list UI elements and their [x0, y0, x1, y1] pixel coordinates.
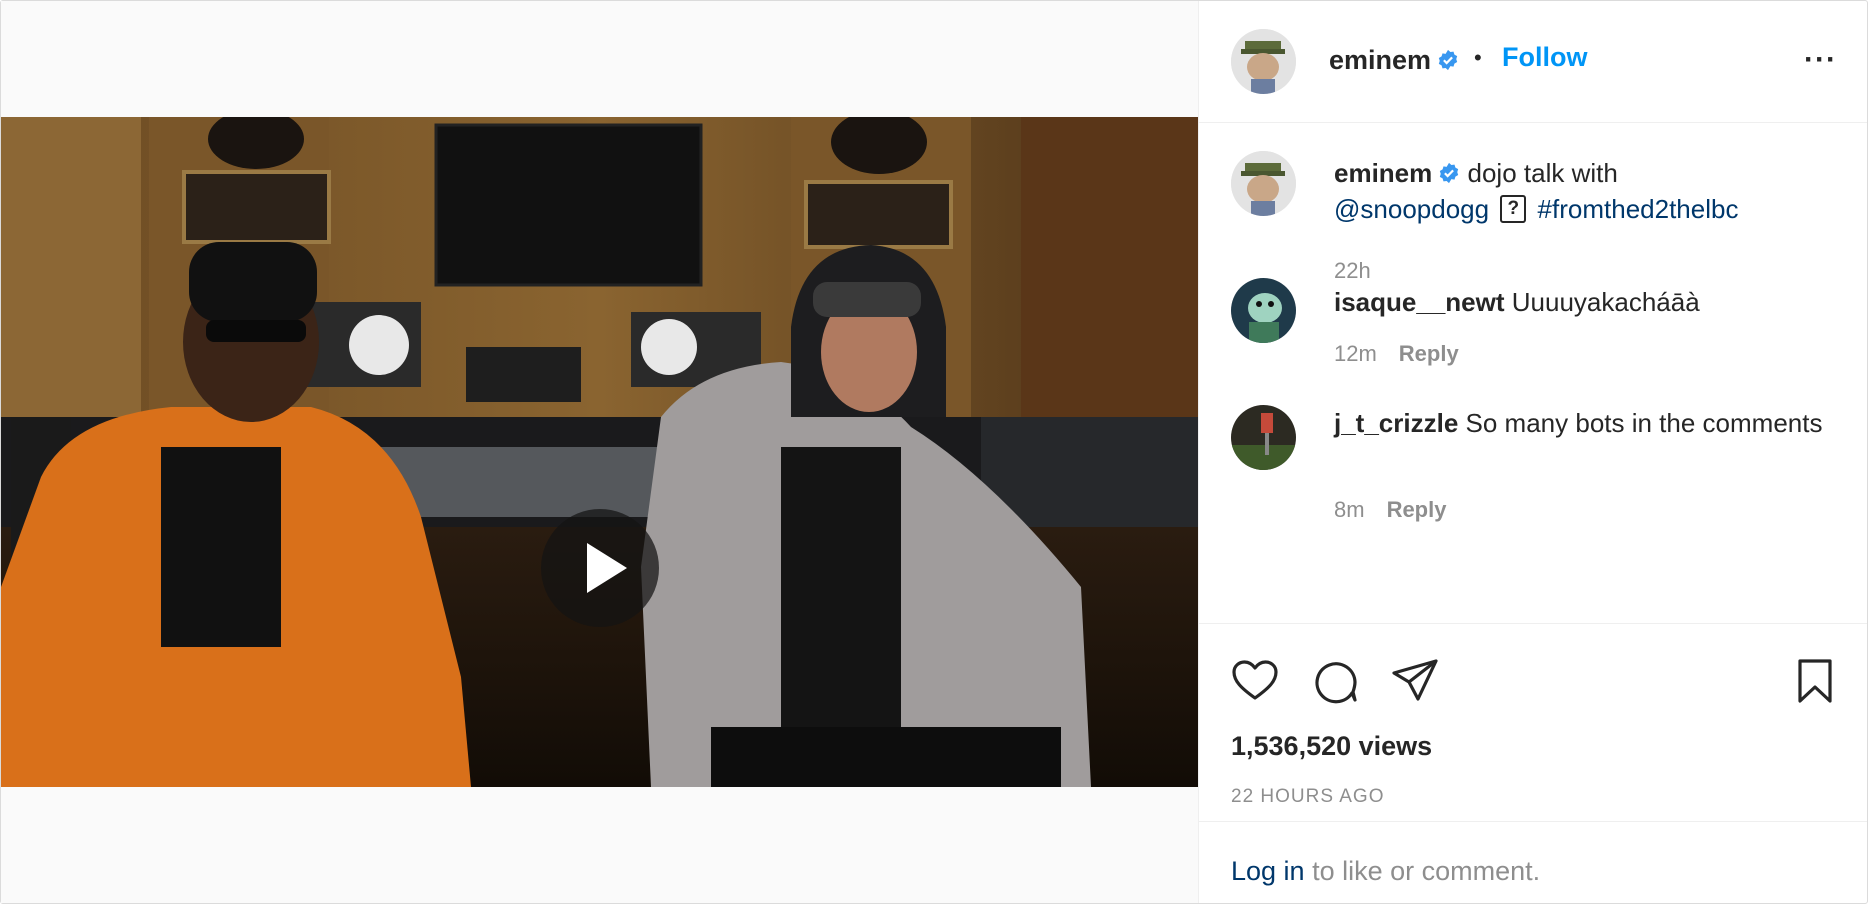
comment-icon	[1315, 662, 1357, 704]
hashtag-link[interactable]: #fromthed2thelbc	[1538, 194, 1739, 224]
comments-list[interactable]: eminem dojo talk with @snoopdogg ? #from…	[1199, 123, 1867, 624]
comment-meta: 12m Reply	[1334, 341, 1459, 367]
comment-button[interactable]	[1312, 657, 1360, 705]
share-icon	[1392, 659, 1438, 701]
caption-avatar[interactable]	[1231, 151, 1296, 216]
login-footer: Log in to like or comment.	[1199, 821, 1867, 904]
comment-body: So many bots in the comments	[1465, 408, 1823, 438]
video-still	[1, 117, 1198, 787]
share-button[interactable]	[1391, 657, 1439, 705]
post-time: 22 HOURS AGO	[1231, 786, 1385, 807]
comment-username[interactable]: j_t_crizzle	[1334, 408, 1458, 438]
bookmark-icon	[1798, 659, 1832, 703]
post-container: eminem • Follow ··· eminem dojo talk wit…	[0, 0, 1868, 904]
author-avatar[interactable]	[1231, 29, 1296, 94]
follow-button[interactable]: Follow	[1502, 42, 1587, 73]
login-link[interactable]: Log in	[1231, 856, 1305, 886]
view-count[interactable]: 1,536,520 views	[1231, 731, 1432, 762]
reply-button[interactable]: Reply	[1387, 497, 1447, 522]
comment-text: isaque__newt Uuuuyakacháāà	[1334, 284, 1827, 320]
play-icon	[587, 543, 627, 593]
header-separator: •	[1474, 45, 1482, 70]
mention-link[interactable]: @snoopdogg	[1334, 194, 1489, 224]
like-button[interactable]	[1231, 657, 1279, 705]
verified-badge-icon	[1438, 49, 1458, 70]
emoji-placeholder-icon: ?	[1500, 195, 1527, 224]
comment-meta: 8m Reply	[1334, 497, 1446, 523]
post-header: eminem • Follow ···	[1199, 1, 1867, 123]
reply-button[interactable]: Reply	[1399, 341, 1459, 366]
comment-time[interactable]: 12m	[1334, 341, 1377, 366]
caption-body: dojo talk with	[1467, 158, 1618, 188]
commenter-avatar[interactable]	[1231, 278, 1296, 343]
comment-text: j_t_crizzle So many bots in the comments	[1334, 405, 1827, 441]
author-username-text[interactable]: eminem	[1329, 45, 1431, 75]
side-panel: eminem • Follow ··· eminem dojo talk wit…	[1199, 1, 1867, 903]
comment-body: Uuuuyakacháāà	[1511, 287, 1700, 317]
save-button[interactable]	[1791, 657, 1839, 705]
login-prompt: Log in to like or comment.	[1231, 856, 1540, 887]
media-area	[1, 1, 1199, 903]
login-prompt-text: to like or comment.	[1304, 856, 1541, 886]
action-bar	[1199, 641, 1867, 711]
caption-time[interactable]: 22h	[1334, 258, 1371, 284]
video-player[interactable]	[1, 117, 1198, 787]
play-button[interactable]	[541, 509, 659, 627]
verified-badge-icon	[1440, 163, 1459, 184]
comment-time[interactable]: 8m	[1334, 497, 1365, 522]
caption-username[interactable]: eminem	[1334, 158, 1432, 188]
heart-icon	[1232, 660, 1278, 700]
comment-username[interactable]: isaque__newt	[1334, 287, 1505, 317]
more-options-icon[interactable]: ···	[1804, 45, 1837, 75]
author-username[interactable]: eminem	[1329, 45, 1459, 76]
commenter-avatar[interactable]	[1231, 405, 1296, 470]
caption-text: eminem dojo talk with @snoopdogg ? #from…	[1334, 155, 1827, 227]
